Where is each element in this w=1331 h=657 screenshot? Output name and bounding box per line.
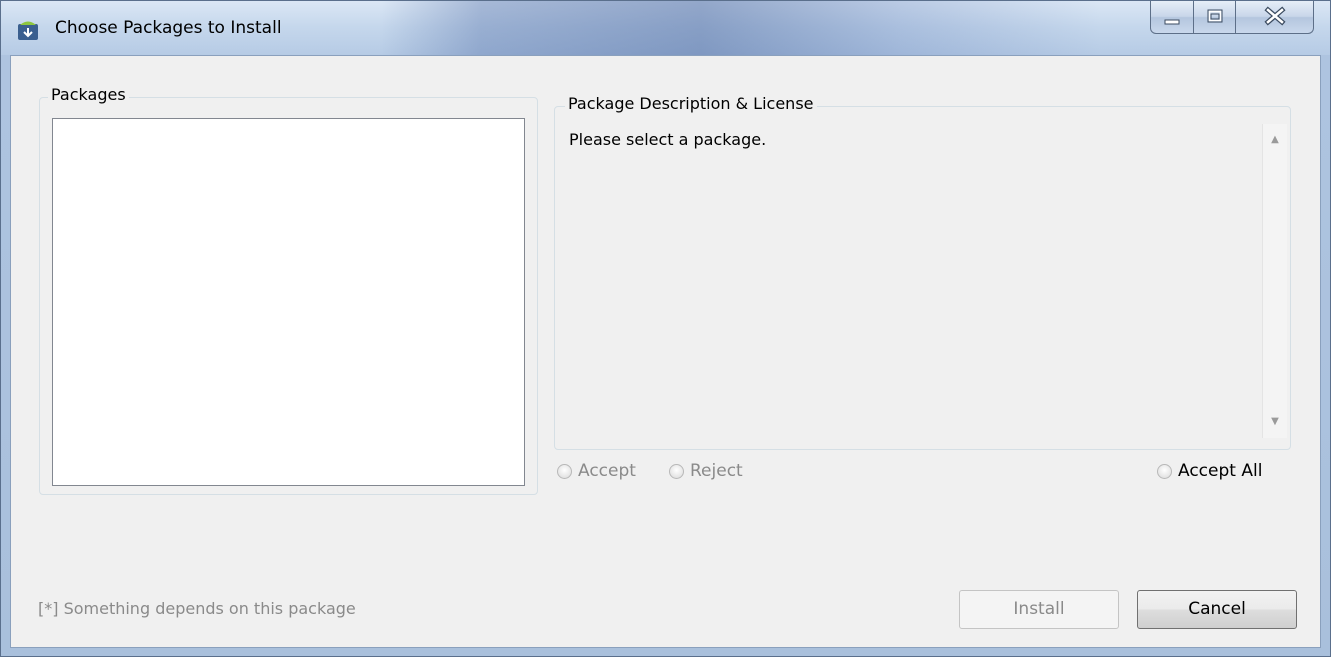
packages-legend: Packages [48,85,129,104]
minimize-button[interactable] [1150,1,1194,34]
caption-buttons [1150,1,1314,35]
description-legend: Package Description & License [565,94,817,113]
accept-all-radio[interactable]: Accept All [1157,461,1262,481]
accept-radio[interactable]: Accept [557,461,636,481]
reject-radio[interactable]: Reject [669,461,743,481]
dialog-client-area: Packages Package Description & License P… [10,55,1321,648]
reject-radio-label: Reject [690,461,743,481]
maximize-icon [1207,9,1223,23]
cancel-button[interactable]: Cancel [1137,590,1297,629]
window-title: Choose Packages to Install [55,18,282,38]
reject-radio-circle[interactable] [669,463,684,479]
dialog-window: Choose Packages to Install Packages Pack… [0,0,1331,657]
close-icon [1264,6,1286,26]
minimize-icon [1164,19,1180,25]
close-button[interactable] [1236,1,1314,34]
description-scrollbar[interactable]: ▲ ▼ [1262,124,1287,438]
accept-all-radio-circle[interactable] [1157,463,1172,479]
accept-radio-circle[interactable] [557,463,572,479]
maximize-button[interactable] [1194,1,1236,34]
description-text-area[interactable]: Please select a package. ▲ ▼ [559,122,1287,444]
description-text: Please select a package. [569,130,767,149]
scroll-down-icon[interactable]: ▼ [1263,410,1287,434]
accept-all-radio-label: Accept All [1178,461,1263,481]
dependency-note: [*] Something depends on this package [38,599,356,618]
scroll-up-icon[interactable]: ▲ [1263,128,1287,152]
android-download-icon [18,21,38,40]
install-button[interactable]: Install [959,590,1119,629]
accept-radio-label: Accept [578,461,636,481]
packages-list[interactable] [52,118,525,486]
title-bar[interactable]: Choose Packages to Install [1,1,1330,55]
